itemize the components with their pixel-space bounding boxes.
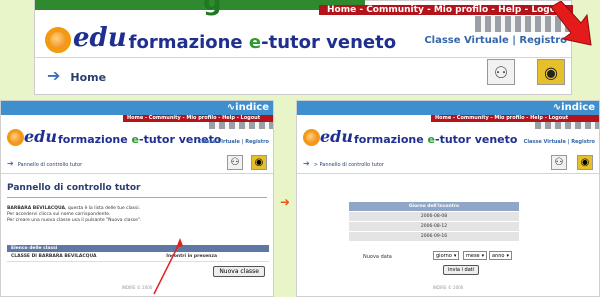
header-letter: g bbox=[203, 0, 222, 17]
logo-circle-icon bbox=[303, 129, 320, 146]
new-class-button[interactable]: Nuova classe bbox=[213, 266, 265, 277]
top-screenshot-panel: g Home - Community - Mio profilo - Help … bbox=[34, 0, 592, 95]
intro-line-3: Per creare una nuova classe usa il pulsa… bbox=[7, 218, 142, 223]
title-underline bbox=[7, 197, 267, 198]
brand-logo[interactable]: edu formazione e-tutor veneto bbox=[7, 127, 221, 146]
table-header: Elenco delle classi bbox=[7, 245, 269, 252]
brand-edu: edu bbox=[320, 127, 353, 146]
brand-name: formazione e-tutor veneto bbox=[129, 32, 396, 53]
top-nav-links[interactable]: Home - Community - Mio profilo - Help - … bbox=[319, 5, 573, 15]
brand-tutor-veneto: -tutor veneto bbox=[261, 32, 397, 53]
class-name-link[interactable]: CLASSE DI BARBARA BEVILACQUA bbox=[11, 254, 97, 259]
intro-text: BARBARA BEVILACQUA, questa è la lista de… bbox=[7, 206, 257, 224]
home-label: Home bbox=[70, 71, 107, 84]
month-select-value: mese bbox=[466, 252, 480, 259]
brand-formazione: formazione bbox=[128, 32, 243, 53]
top-nav-links[interactable]: Home - Community - Mio profilo - Help - … bbox=[123, 115, 273, 122]
help-icon[interactable]: ◉ bbox=[537, 59, 565, 85]
new-date-label: Nuova data bbox=[363, 254, 392, 260]
chevron-down-icon: ▾ bbox=[453, 252, 457, 259]
day-select[interactable]: giorno ▾ bbox=[433, 251, 460, 260]
meeting-dates-table: Giorno dell'incontro 2006-08-08 2006-08-… bbox=[349, 202, 519, 241]
brand-edu: edu bbox=[24, 127, 57, 146]
top-nav-links[interactable]: Home - Community - Mio profilo - Help - … bbox=[431, 115, 599, 122]
brand-formazione: formazione bbox=[58, 133, 128, 146]
table-header: Giorno dell'incontro bbox=[349, 202, 519, 211]
brand-tutor-veneto: -tutor veneto bbox=[435, 133, 518, 146]
arrow-right-icon: ➔ bbox=[303, 159, 310, 168]
connector-arrow-icon: ➜ bbox=[280, 195, 291, 209]
footer: INDIRE © 2006 bbox=[121, 285, 153, 290]
day-select-value: giorno bbox=[436, 252, 452, 259]
decorative-hatch bbox=[535, 122, 599, 129]
divider bbox=[35, 57, 571, 58]
help-icon[interactable]: ◉ bbox=[251, 155, 267, 170]
breadcrumb[interactable]: ➔ Pannello di controllo tutor bbox=[7, 159, 82, 168]
tutor-name: BARBARA BEVILACQUA bbox=[7, 206, 65, 211]
red-pointer-arrow-icon bbox=[550, 1, 592, 46]
brand-name: formazione e-tutor veneto bbox=[354, 133, 517, 146]
arrow-right-icon: ➔ bbox=[47, 66, 61, 85]
logo-circle-icon bbox=[7, 129, 24, 146]
chevron-down-icon: ▾ bbox=[506, 252, 509, 259]
divider bbox=[1, 173, 273, 174]
green-title-strip bbox=[35, 0, 365, 10]
classe-registro-links[interactable]: Classe Virtuale | Registro bbox=[424, 35, 567, 46]
brand-e: e bbox=[131, 133, 139, 146]
year-select[interactable]: anno ▾ bbox=[489, 251, 512, 260]
chevron-down-icon: ▾ bbox=[481, 252, 485, 259]
page-title: Pannello di controllo tutor bbox=[7, 183, 141, 193]
brand-e: e bbox=[427, 133, 435, 146]
brand-formazione: formazione bbox=[354, 133, 424, 146]
classe-registro-links[interactable]: Classe Virtuale | Registro bbox=[524, 139, 595, 145]
send-data-button[interactable]: invia i dati bbox=[443, 265, 480, 275]
indice-link[interactable]: ∿indice bbox=[553, 102, 595, 113]
intro-line-2: Per accedervi clicca sul nome corrispond… bbox=[7, 212, 111, 217]
footer: INDIRE © 2006 bbox=[432, 285, 464, 290]
divider bbox=[297, 173, 599, 174]
help-icon[interactable]: ◉ bbox=[577, 155, 593, 170]
brand-edu: edu bbox=[73, 23, 127, 53]
community-icon[interactable]: ⚇ bbox=[227, 155, 243, 170]
intro-line-1: , questa è la lista delle tue classi. bbox=[64, 206, 141, 211]
table-row: 2006-09-16 bbox=[349, 232, 519, 241]
thin-pointer-arrow-icon bbox=[153, 238, 183, 295]
table-row: 2006-08-12 bbox=[349, 222, 519, 231]
incontri-screenshot: ∿indice Home - Community - Mio profilo -… bbox=[296, 100, 600, 297]
community-icon[interactable]: ⚇ bbox=[551, 155, 567, 170]
community-icon[interactable]: ⚇ bbox=[487, 59, 515, 85]
brand-logo[interactable]: edu formazione e-tutor veneto bbox=[45, 23, 396, 53]
year-select-value: anno bbox=[492, 252, 505, 259]
brand-logo[interactable]: edu formazione e-tutor veneto bbox=[303, 127, 517, 146]
table-row: CLASSE DI BARBARA BEVILACQUA Incontri in… bbox=[7, 252, 269, 262]
classe-registro-links[interactable]: Classe Virtuale | Registro bbox=[198, 139, 269, 145]
arrow-right-icon: ➔ bbox=[7, 159, 14, 168]
month-select[interactable]: mese ▾ bbox=[463, 251, 488, 260]
breadcrumb-label: > Pannello di controllo tutor bbox=[313, 162, 384, 168]
brand-e: e bbox=[248, 32, 262, 53]
indice-link[interactable]: ∿indice bbox=[227, 102, 269, 113]
breadcrumb[interactable]: ➔ > Pannello di controllo tutor bbox=[303, 159, 384, 168]
table-row: 2006-08-08 bbox=[349, 212, 519, 221]
tutor-control-panel-screenshot: ∿indice Home - Community - Mio profilo -… bbox=[0, 100, 274, 297]
home-link[interactable]: ➔ Home bbox=[47, 66, 106, 85]
class-table: Elenco delle classi CLASSE DI BARBARA BE… bbox=[7, 245, 269, 262]
logo-circle-icon bbox=[45, 27, 71, 53]
breadcrumb-label: Pannello di controllo tutor bbox=[17, 162, 83, 168]
